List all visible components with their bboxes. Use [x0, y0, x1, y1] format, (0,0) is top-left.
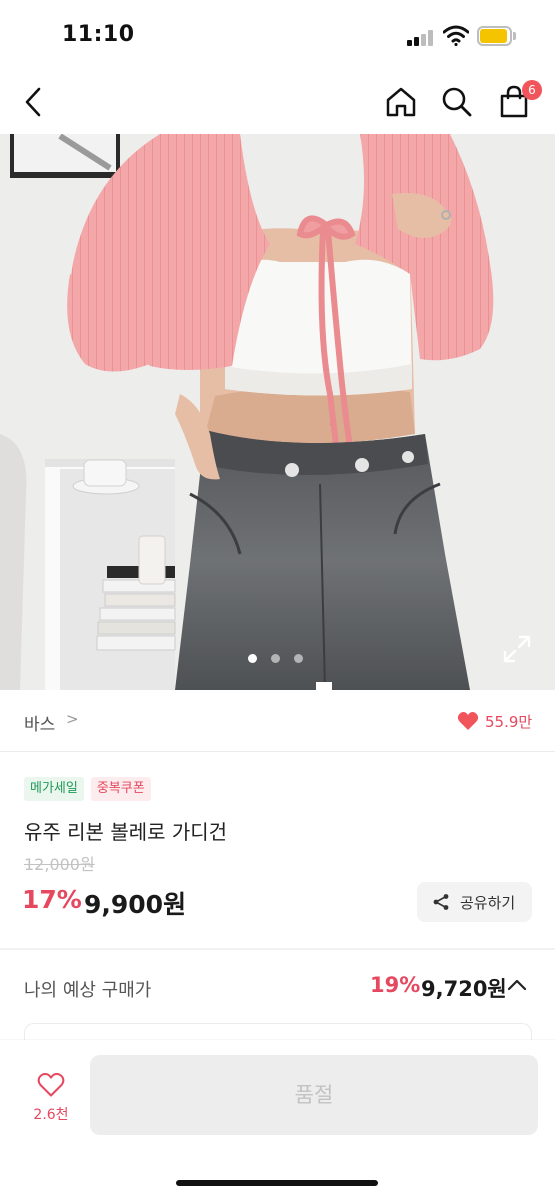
wishlist-count: 2.6천 [33, 1107, 69, 1123]
share-label: 공유하기 [460, 894, 516, 912]
expected-price-toggle[interactable]: 나의 예상 구매가 19% 9,720원 [0, 950, 555, 1020]
cart-count-badge: 6 [522, 80, 542, 100]
brand-like-count: 55.9만 [485, 713, 533, 731]
search-button[interactable] [437, 82, 477, 122]
brand-row: 바스 > 55.9만 [0, 690, 555, 752]
badge-double-coupon: 중복쿠폰 [90, 777, 151, 801]
sold-out-button[interactable]: 품절 [90, 1055, 538, 1135]
status-bar: 11:10 [0, 0, 555, 70]
wishlist-button[interactable]: 2.6천 [22, 1070, 80, 1130]
sale-price: 9,900원 [84, 890, 187, 919]
product-image[interactable] [0, 134, 555, 690]
search-icon [442, 87, 472, 117]
share-icon [433, 894, 449, 910]
heart-filled-icon[interactable] [457, 711, 479, 731]
wifi-icon [443, 25, 469, 47]
product-name: 유주 리본 볼레로 가디건 [24, 820, 228, 844]
chevron-left-icon [25, 87, 41, 117]
cellular-signal-icon [407, 30, 435, 46]
bottom-action-bar: 2.6천 품절 [0, 1040, 555, 1200]
heart-outline-icon [37, 1073, 65, 1097]
brand-name-link[interactable]: 바스 [24, 710, 55, 735]
product-photo [0, 134, 555, 690]
home-button[interactable] [381, 82, 421, 122]
expand-fullscreen-icon[interactable] [500, 632, 534, 666]
expected-price-label: 나의 예상 구매가 [24, 980, 152, 1001]
share-button[interactable]: 공유하기 [417, 882, 532, 922]
discount-rate: 17% [22, 885, 82, 914]
battery-icon [477, 26, 517, 46]
home-indicator [176, 1180, 378, 1186]
badge-mega-sale: 메가세일 [24, 777, 84, 801]
expected-discount-rate: 19% [370, 973, 421, 997]
chevron-up-icon [507, 979, 527, 991]
image-pagination-dots [248, 654, 308, 664]
product-badges: 메가세일 중복쿠폰 [24, 777, 151, 801]
pagination-dot-active[interactable] [248, 654, 257, 663]
pagination-dot[interactable] [271, 654, 280, 663]
expected-price-value: 9,720원 [421, 977, 507, 1001]
back-button[interactable] [14, 82, 54, 122]
home-icon [386, 87, 416, 117]
pagination-dot[interactable] [294, 654, 303, 663]
top-navigation [0, 70, 555, 134]
chevron-right-icon: > [66, 710, 79, 728]
original-price: 12,000원 [24, 855, 95, 874]
status-time: 11:10 [62, 22, 135, 47]
